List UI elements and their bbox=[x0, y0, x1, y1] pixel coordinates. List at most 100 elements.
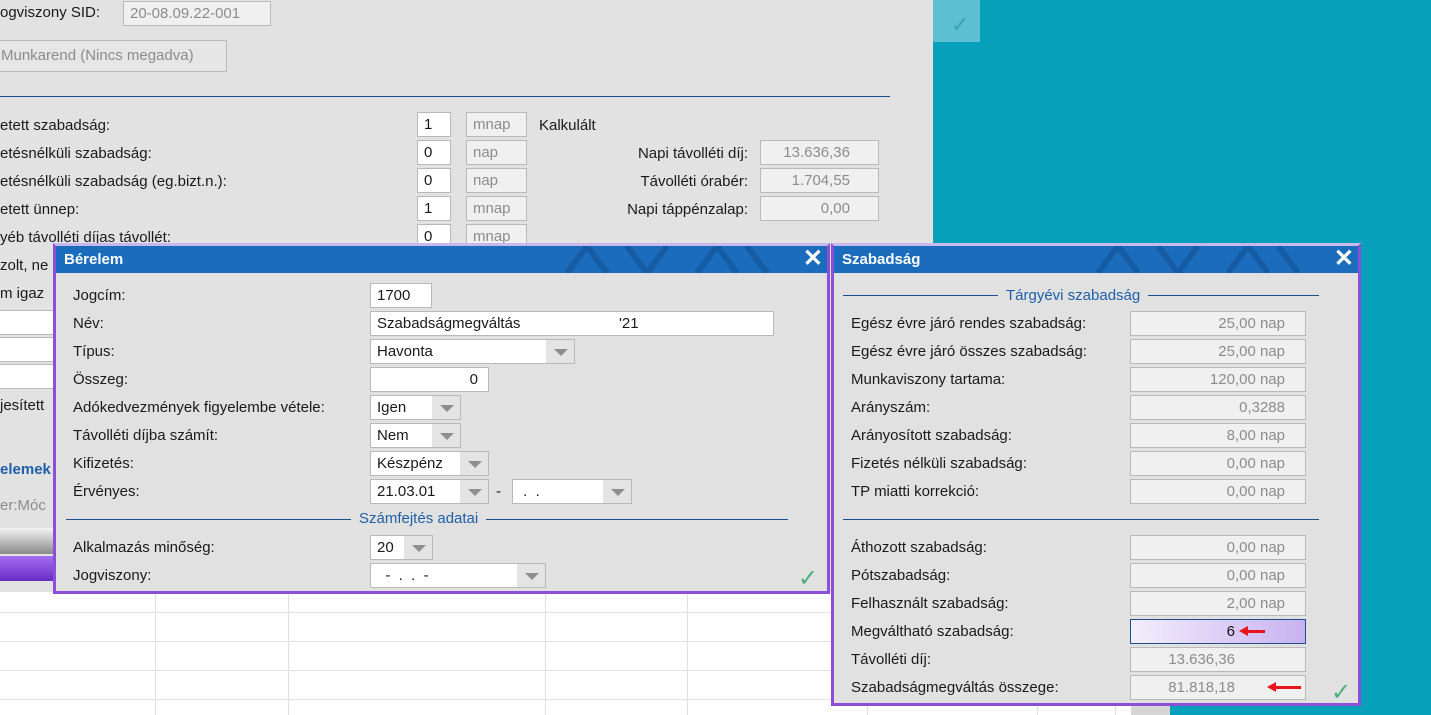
partial-label: jesített bbox=[0, 397, 45, 414]
field-label: Egész évre járó összes szabadság: bbox=[851, 343, 1087, 360]
row-unit: mnap bbox=[466, 112, 527, 137]
osszeg-label: Összeg: bbox=[73, 371, 129, 388]
field-value: 0,3288 bbox=[1130, 395, 1306, 420]
field-value: 0,00 nap bbox=[1130, 479, 1306, 504]
dialog-title: Szabadság bbox=[842, 251, 921, 268]
chevron-down-icon[interactable] bbox=[460, 452, 488, 475]
alk-select[interactable]: 20 bbox=[370, 535, 433, 560]
confirm-check-icon[interactable]: ✓ bbox=[1331, 678, 1351, 707]
ado-value: Igen bbox=[377, 399, 407, 416]
chevron-down-icon[interactable] bbox=[517, 564, 545, 587]
close-icon[interactable]: ✕ bbox=[803, 247, 823, 271]
partial-label: zolt, ne bbox=[0, 257, 49, 274]
field-value: 0,00 nap bbox=[1130, 535, 1306, 560]
sid-label: ogviszony SID: bbox=[0, 4, 101, 21]
field-value: 2,00 nap bbox=[1130, 591, 1306, 616]
row-label: etett ünnep: bbox=[0, 201, 80, 218]
partial-label: m igaz bbox=[0, 285, 45, 302]
confirm-check-icon[interactable]: ✓ bbox=[798, 564, 818, 593]
erv-to-select[interactable]: . . bbox=[512, 479, 632, 504]
partial-label: er:Móc bbox=[0, 497, 46, 514]
jogcim-field[interactable]: 1700 bbox=[370, 283, 432, 308]
partial-field[interactable] bbox=[0, 310, 58, 335]
row-unit: mnap bbox=[466, 196, 527, 221]
tipus-select[interactable]: Havonta bbox=[370, 339, 575, 364]
row-value[interactable]: 1 bbox=[417, 196, 451, 221]
nev-label: Név: bbox=[73, 315, 104, 332]
field-value[interactable]: 6 bbox=[1130, 619, 1306, 644]
erv-from-value: 21.03.01 bbox=[377, 483, 436, 500]
jogv-value: - . . - bbox=[377, 567, 429, 584]
field-label: Szabadságmegváltás összege: bbox=[851, 679, 1059, 696]
field-label: Távolléti díj: bbox=[851, 651, 932, 668]
chevron-down-icon[interactable] bbox=[432, 396, 460, 419]
chevron-down-icon[interactable] bbox=[460, 480, 488, 503]
ado-select[interactable]: Igen bbox=[370, 395, 461, 420]
kifiz-label: Kifizetés: bbox=[73, 455, 134, 472]
row-value[interactable]: 0 bbox=[417, 168, 451, 193]
row-unit: nap bbox=[466, 168, 527, 193]
field-value: 8,00 nap bbox=[1130, 423, 1306, 448]
chevron-down-icon[interactable] bbox=[546, 340, 574, 363]
calc-label: Napi táppénzalap: bbox=[627, 201, 748, 218]
munkarend-button[interactable]: Munkarend (Nincs megadva) bbox=[0, 40, 227, 72]
field-label: Arányszám: bbox=[851, 399, 931, 416]
gray-bar[interactable] bbox=[0, 528, 60, 554]
tavol-value: Nem bbox=[377, 427, 409, 444]
calc-label: Napi távolléti díj: bbox=[637, 145, 748, 162]
kifiz-select[interactable]: Készpénz bbox=[370, 451, 489, 476]
berelem-dialog: Bérelem ✕ Jogcím: 1700 Név: Szabadságmeg… bbox=[53, 243, 830, 594]
partial-tab[interactable]: elemek bbox=[0, 460, 51, 480]
red-arrow-icon bbox=[1267, 682, 1301, 692]
purple-bar[interactable] bbox=[0, 556, 60, 581]
dialog-titlebar: Szabadság ✕ bbox=[834, 246, 1358, 273]
tipus-label: Típus: bbox=[73, 343, 115, 360]
close-icon[interactable]: ✕ bbox=[1334, 247, 1354, 271]
dialog-titlebar: Bérelem ✕ bbox=[56, 246, 827, 273]
erv-label: Érvényes: bbox=[73, 483, 140, 500]
chevron-down-icon[interactable] bbox=[404, 536, 432, 559]
field-value: 25,00 nap bbox=[1130, 311, 1306, 336]
osszeg-field[interactable]: 0 bbox=[370, 367, 489, 392]
nev-value: Szabadságmegváltás bbox=[377, 315, 521, 332]
ado-label: Adókedvezmények figyelembe vétele: bbox=[73, 399, 325, 416]
row-value[interactable]: 1 bbox=[417, 112, 451, 137]
calc-value: 0,00 bbox=[760, 196, 879, 221]
row-unit: nap bbox=[466, 140, 527, 165]
jogv-label: Jogviszony: bbox=[73, 567, 152, 584]
jogv-select[interactable]: - . . - bbox=[370, 563, 546, 588]
field-value: 25,00 nap bbox=[1130, 339, 1306, 364]
calc-value: 1.704,55 bbox=[760, 168, 879, 193]
jogcim-label: Jogcím: bbox=[73, 287, 126, 304]
chevron-down-icon[interactable] bbox=[603, 480, 631, 503]
row-label: etésnélküli szabadság: bbox=[0, 145, 152, 162]
alk-value: 20 bbox=[377, 539, 394, 556]
kifiz-value: Készpénz bbox=[377, 455, 443, 472]
tavol-label: Távolléti díjba számít: bbox=[73, 427, 219, 444]
field-value: 0,00 nap bbox=[1130, 451, 1306, 476]
title-pattern bbox=[564, 246, 770, 273]
row-value[interactable]: 0 bbox=[417, 140, 451, 165]
erv-dash: - bbox=[496, 483, 501, 500]
partial-field[interactable] bbox=[0, 337, 58, 362]
section-title: Számfejtés adatai bbox=[351, 509, 487, 529]
tavol-select[interactable]: Nem bbox=[370, 423, 461, 448]
field-value: 120,00 nap bbox=[1130, 367, 1306, 392]
field-label: Munkaviszony tartama: bbox=[851, 371, 1006, 388]
divider bbox=[0, 96, 890, 97]
field-label: Pótszabadság: bbox=[851, 567, 951, 584]
sid-field[interactable]: 20-08.09.22-001 bbox=[123, 1, 271, 26]
field-value: 13.636,36 bbox=[1130, 647, 1306, 672]
partial-field[interactable] bbox=[0, 364, 58, 389]
field-label: TP miatti korrekció: bbox=[851, 483, 980, 500]
nev-suffix: '21 bbox=[619, 315, 639, 332]
toolbar-stub: ✓ bbox=[933, 0, 980, 42]
chevron-down-icon[interactable] bbox=[432, 424, 460, 447]
erv-from-select[interactable]: 21.03.01 bbox=[370, 479, 489, 504]
nev-field[interactable]: Szabadságmegváltás '21 bbox=[370, 311, 774, 336]
check-icon[interactable]: ✓ bbox=[951, 12, 969, 38]
row-label: etésnélküli szabadság (eg.bizt.n.): bbox=[0, 173, 227, 190]
field-label: Felhasznált szabadság: bbox=[851, 595, 1009, 612]
field-label: Áthozott szabadság: bbox=[851, 539, 987, 556]
tipus-value: Havonta bbox=[377, 343, 433, 360]
